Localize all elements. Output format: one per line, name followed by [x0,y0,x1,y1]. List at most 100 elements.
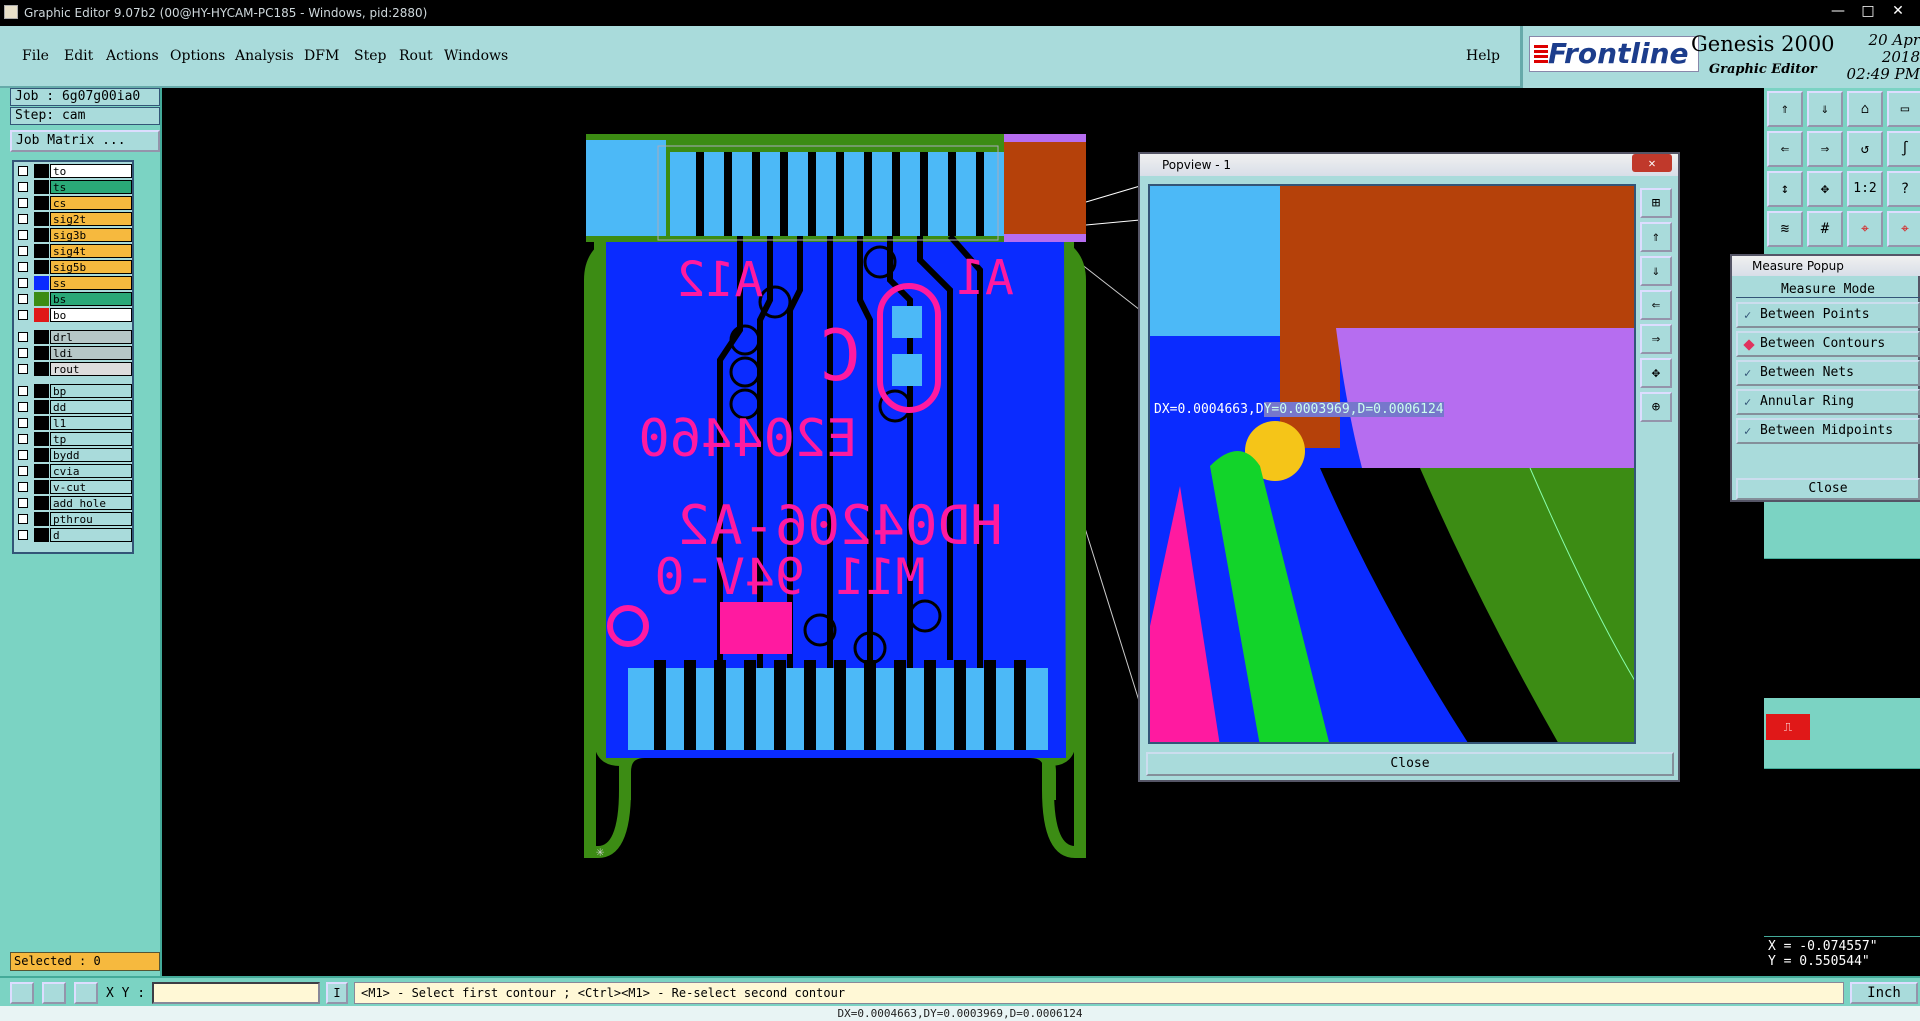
tool-right-icon[interactable]: ⇒ [1807,131,1843,167]
tool-window-icon[interactable]: ▭ [1887,91,1920,127]
option-between-contours[interactable]: Between Contours [1736,331,1920,357]
tool-layer-icon[interactable]: ≋ [1767,211,1803,247]
popview-zoom-icon[interactable]: ⊕ [1640,392,1672,422]
close-window-button[interactable]: ✕ [1886,2,1910,20]
layer-checkbox[interactable] [18,214,28,224]
layer-row[interactable]: to [14,164,134,179]
popview-zoom-view[interactable]: DX=0.0004663,DY=0.0003969,D=0.0006124 [1148,184,1636,744]
menu-actions[interactable]: Actions [106,48,159,64]
layer-checkbox[interactable] [18,434,28,444]
popview-close-button[interactable]: Close [1146,752,1674,776]
layer-row[interactable]: ts [14,180,134,195]
layer-row[interactable]: l1 [14,416,134,431]
layer-name: ss [50,276,132,290]
layer-checkbox[interactable] [18,348,28,358]
xy-input[interactable] [152,982,320,1004]
menu-analysis[interactable]: Analysis [235,48,294,64]
tool-zoom-vertical-icon[interactable]: ↕ [1767,171,1803,207]
layer-row[interactable]: bp [14,384,134,399]
angle-icon[interactable] [42,982,66,1004]
layer-checkbox[interactable] [18,386,28,396]
layer-row[interactable]: sig2t [14,212,134,227]
layer-row[interactable]: v-cut [14,480,134,495]
tool-net-icon[interactable]: ⌖ [1847,211,1883,247]
menu-help[interactable]: Help [1466,48,1500,64]
layer-row[interactable]: tp [14,432,134,447]
job-matrix-button[interactable]: Job Matrix ... [10,130,160,152]
option-annular-ring[interactable]: ✓ Annular Ring [1736,389,1920,415]
option-between-nets[interactable]: ✓ Between Nets [1736,360,1920,386]
tool-save-icon[interactable]: ⇓ [1807,91,1843,127]
layer-row[interactable]: cs [14,196,134,211]
layer-row[interactable]: bs [14,292,134,307]
layer-row[interactable]: sig5b [14,260,134,275]
option-between-points[interactable]: ✓ Between Points [1736,302,1920,328]
grid-snap-icon[interactable] [74,982,98,1004]
layer-checkbox[interactable] [18,230,28,240]
tool-load-icon[interactable]: ⇑ [1767,91,1803,127]
layer-checkbox[interactable] [18,514,28,524]
menu-step[interactable]: Step [354,48,386,64]
menu-rout[interactable]: Rout [399,48,433,64]
popview-save-icon[interactable]: ⇓ [1640,256,1672,286]
menu-dfm[interactable]: DFM [304,48,339,64]
menu-options[interactable]: Options [170,48,225,64]
tool-sketch-icon[interactable]: ∫ [1887,131,1920,167]
layer-checkbox[interactable] [18,332,28,342]
tool-left-icon[interactable]: ⇐ [1767,131,1803,167]
maximize-button[interactable]: □ [1856,2,1880,20]
layer-checkbox[interactable] [18,262,28,272]
layer-row[interactable]: ss [14,276,134,291]
layer-checkbox[interactable] [18,466,28,476]
popview-tool-icon[interactable]: ⊞ [1640,188,1672,218]
popview-fit-icon[interactable]: ✥ [1640,358,1672,388]
tool-connect-icon[interactable]: ⌖ [1887,211,1920,247]
layer-checkbox[interactable] [18,246,28,256]
layer-checkbox[interactable] [18,450,28,460]
info-icon[interactable]: I [326,982,348,1004]
option-between-midpoints[interactable]: ✓ Between Midpoints [1736,418,1920,444]
popview-title-close-button[interactable]: ✕ [1632,154,1672,172]
layer-row[interactable]: add_hole [14,496,134,511]
tool-zoom-fit-icon[interactable]: ✥ [1807,171,1843,207]
menu-edit[interactable]: Edit [64,48,93,64]
layer-row[interactable]: rout [14,362,134,377]
layer-row[interactable]: drl [14,330,134,345]
layer-checkbox[interactable] [18,182,28,192]
layer-row[interactable]: sig3b [14,228,134,243]
layer-checkbox[interactable] [18,530,28,540]
tool-one-to-two-icon[interactable]: 1:2 [1847,171,1883,207]
layer-row[interactable]: dd [14,400,134,415]
layer-row[interactable]: ldi [14,346,134,361]
popview-left-icon[interactable]: ⇐ [1640,290,1672,320]
layer-checkbox[interactable] [18,278,28,288]
tool-help-icon[interactable]: ? [1887,171,1920,207]
tool-undo-icon[interactable]: ↺ [1847,131,1883,167]
layer-row[interactable]: d [14,528,134,543]
measure-close-button[interactable]: Close [1736,478,1920,500]
layer-checkbox[interactable] [18,402,28,412]
tool-grid-icon[interactable]: # [1807,211,1843,247]
alert-icon[interactable]: ⎍ [1766,714,1810,740]
layer-checkbox[interactable] [18,310,28,320]
popview-load-icon[interactable]: ⇑ [1640,222,1672,252]
unit-selector[interactable]: Inch [1850,982,1918,1004]
layer-checkbox[interactable] [18,294,28,304]
popview-right-icon[interactable]: ⇒ [1640,324,1672,354]
layer-checkbox[interactable] [18,166,28,176]
menu-windows[interactable]: Windows [444,48,508,64]
layer-checkbox[interactable] [18,498,28,508]
layer-row[interactable]: pthrou [14,512,134,527]
layer-checkbox[interactable] [18,198,28,208]
snap-icon[interactable] [10,982,34,1004]
layer-checkbox[interactable] [18,482,28,492]
minimize-button[interactable]: — [1826,2,1850,20]
layer-row[interactable]: sig4t [14,244,134,259]
layer-row[interactable]: bydd [14,448,134,463]
layer-row[interactable]: cvia [14,464,134,479]
layer-checkbox[interactable] [18,364,28,374]
layer-checkbox[interactable] [18,418,28,428]
tool-home-icon[interactable]: ⌂ [1847,91,1883,127]
layer-row[interactable]: bo [14,308,134,323]
menu-file[interactable]: File [22,48,49,64]
